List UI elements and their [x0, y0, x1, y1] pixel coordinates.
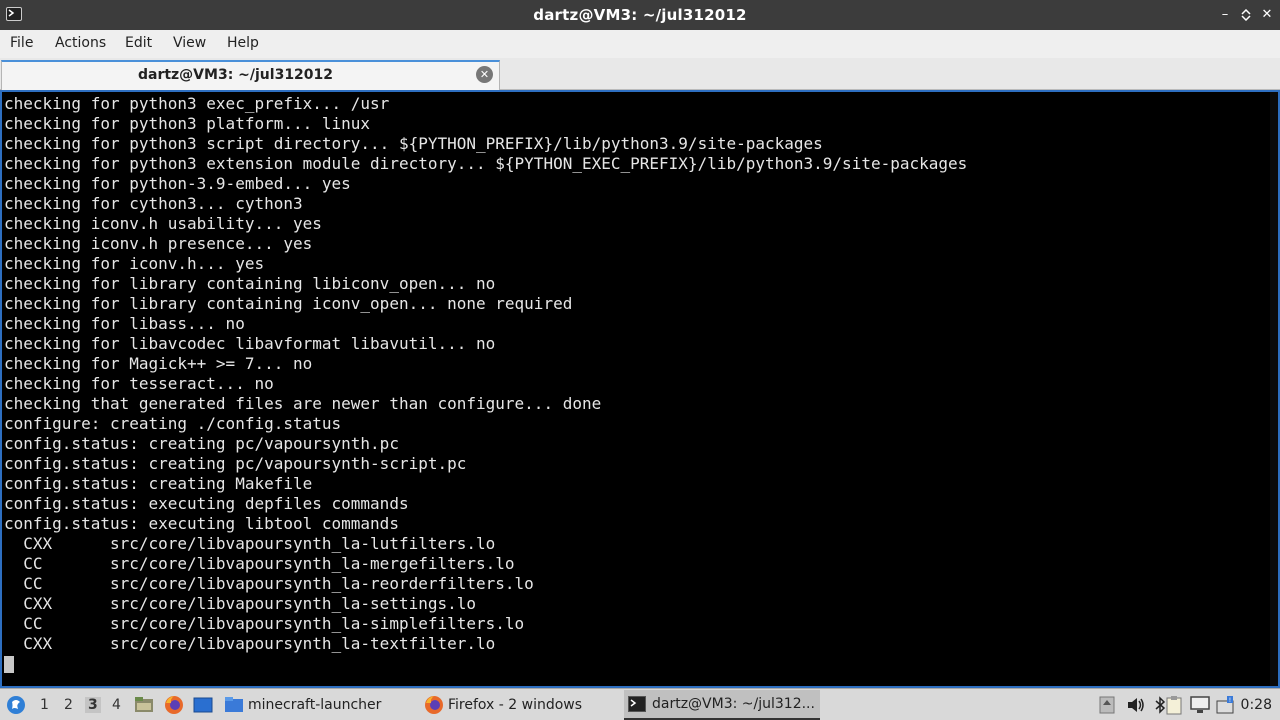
file-manager-launcher-icon[interactable]: [134, 689, 154, 720]
terminal-line: checking for libass... no: [4, 314, 245, 333]
clipboard-icon[interactable]: [1165, 689, 1183, 720]
terminal-line: checking for cython3... cython3: [4, 194, 303, 213]
task-label: minecraft-launcher: [248, 697, 382, 713]
display-icon[interactable]: [1190, 689, 1210, 720]
terminal-line: checking that generated files are newer …: [4, 394, 602, 413]
terminal-line: CXX src/core/libvapoursynth_la-lutfilter…: [4, 534, 496, 553]
terminal-line: checking for python-3.9-embed... yes: [4, 174, 351, 193]
terminal-line: CXX src/core/libvapoursynth_la-textfilte…: [4, 634, 496, 653]
terminal-icon: [628, 696, 646, 712]
maximize-icon[interactable]: [1237, 6, 1255, 24]
terminal-line: config.status: executing libtool command…: [4, 514, 399, 533]
clock[interactable]: 0:28: [1241, 697, 1272, 713]
terminal-line: config.status: creating pc/vapoursynth.p…: [4, 434, 399, 453]
desktop-icon[interactable]: [193, 689, 213, 720]
terminal-line: CXX src/core/libvapoursynth_la-settings.…: [4, 594, 477, 613]
terminal-output: checking for python3 exec_prefix... /usr…: [4, 94, 967, 654]
tab-label: dartz@VM3: ~/jul312012: [137, 67, 334, 83]
workspace-1[interactable]: 1: [40, 697, 49, 713]
terminal-line: checking for python3 script directory...…: [4, 134, 823, 153]
terminal-line: checking for iconv.h... yes: [4, 254, 265, 273]
firefox-launcher-icon[interactable]: [164, 689, 184, 720]
terminal-line: config.status: executing depfiles comman…: [4, 494, 409, 513]
tab-bar: dartz@VM3: ~/jul312012 ✕: [0, 58, 1280, 90]
close-icon[interactable]: ✕: [1258, 6, 1276, 24]
updates-icon[interactable]: [1099, 689, 1115, 720]
task-label: Firefox - 2 windows: [448, 697, 583, 713]
terminal-line: checking iconv.h usability... yes: [4, 214, 322, 233]
menu-bar: File Actions Edit View Help: [0, 30, 1280, 58]
terminal-line: configure: creating ./config.status: [4, 414, 342, 433]
taskbar: 1 2 3 4 minecraft-launcher Firefox - 2 w…: [0, 688, 1280, 720]
start-menu-icon[interactable]: [6, 689, 26, 720]
workspace-3[interactable]: 3: [85, 697, 101, 713]
minimize-icon[interactable]: –: [1216, 6, 1234, 24]
terminal-line: checking for python3 platform... linux: [4, 114, 371, 133]
terminal-line: checking for python3 extension module di…: [4, 154, 968, 173]
menu-actions[interactable]: Actions: [55, 35, 106, 51]
terminal-line: checking for libavcodec libavformat liba…: [4, 334, 496, 353]
tab-close-icon[interactable]: ✕: [476, 66, 493, 83]
terminal-line: config.status: creating pc/vapoursynth-s…: [4, 454, 467, 473]
window-title: dartz@VM3: ~/jul312012: [533, 6, 747, 24]
task-minecraft-launcher[interactable]: minecraft-launcher: [224, 690, 420, 720]
terminal-view[interactable]: checking for python3 exec_prefix... /usr…: [0, 90, 1280, 688]
workspace-2[interactable]: 2: [64, 697, 73, 713]
folder-icon: [225, 697, 243, 712]
volume-icon[interactable]: [1127, 689, 1145, 720]
terminal-cursor: [4, 656, 14, 673]
terminal-line: checking iconv.h presence... yes: [4, 234, 313, 253]
terminal-line: config.status: creating Makefile: [4, 474, 313, 493]
menu-help[interactable]: Help: [227, 35, 259, 51]
terminal-line: CC src/core/libvapoursynth_la-mergefilte…: [4, 554, 515, 573]
task-terminal[interactable]: dartz@VM3: ~/jul312...: [624, 690, 820, 720]
workspace-4[interactable]: 4: [112, 697, 121, 713]
terminal-line: checking for library containing iconv_op…: [4, 294, 573, 313]
menu-edit[interactable]: Edit: [125, 35, 152, 51]
terminal-line: checking for tesseract... no: [4, 374, 274, 393]
terminal-line: CC src/core/libvapoursynth_la-simplefilt…: [4, 614, 525, 633]
svg-text:!: !: [1229, 697, 1231, 704]
terminal-line: CC src/core/libvapoursynth_la-reorderfil…: [4, 574, 534, 593]
task-firefox[interactable]: Firefox - 2 windows: [424, 690, 620, 720]
menu-file[interactable]: File: [10, 35, 33, 51]
task-label: dartz@VM3: ~/jul312...: [652, 696, 815, 712]
network-icon[interactable]: !: [1215, 689, 1235, 720]
window-titlebar[interactable]: dartz@VM3: ~/jul312012 – ✕: [0, 0, 1280, 30]
tab-terminal[interactable]: dartz@VM3: ~/jul312012 ✕: [1, 60, 500, 90]
terminal-line: checking for python3 exec_prefix... /usr: [4, 94, 390, 113]
terminal-line: checking for Magick++ >= 7... no: [4, 354, 313, 373]
terminal-line: checking for library containing libiconv…: [4, 274, 496, 293]
firefox-icon: [425, 696, 443, 714]
scrollbar[interactable]: [1270, 92, 1278, 686]
menu-view[interactable]: View: [173, 35, 206, 51]
